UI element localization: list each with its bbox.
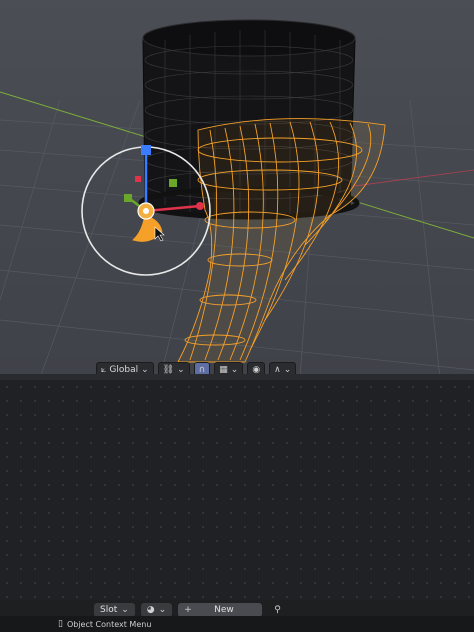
- viewport-scene: [0, 19, 474, 378]
- status-bar: ▯ Object Context Menu: [0, 616, 474, 632]
- sphere-icon: ◕: [146, 604, 155, 615]
- pin-icon[interactable]: ⚲: [274, 605, 281, 615]
- slot-dropdown[interactable]: Slot ⌄: [94, 603, 135, 617]
- material-browse-button[interactable]: ◕ ⌄: [140, 603, 173, 617]
- new-material-button[interactable]: + New: [178, 603, 263, 617]
- new-label: New: [214, 605, 234, 615]
- chevron-down-icon: ⌄: [121, 604, 129, 615]
- 3d-viewport[interactable]: ⟀ Global ⌄ ⛓ ⌄ ∩ ▦ ⌄ ◉ ∧ ⌄: [0, 0, 474, 378]
- node-editor-area[interactable]: [0, 380, 474, 600]
- slot-label: Slot: [100, 605, 118, 615]
- status-text: Object Context Menu: [66, 619, 152, 629]
- chevron-down-icon: ⌄: [158, 604, 167, 615]
- mouse-icon: ▯: [58, 618, 63, 629]
- plus-icon: +: [184, 604, 192, 615]
